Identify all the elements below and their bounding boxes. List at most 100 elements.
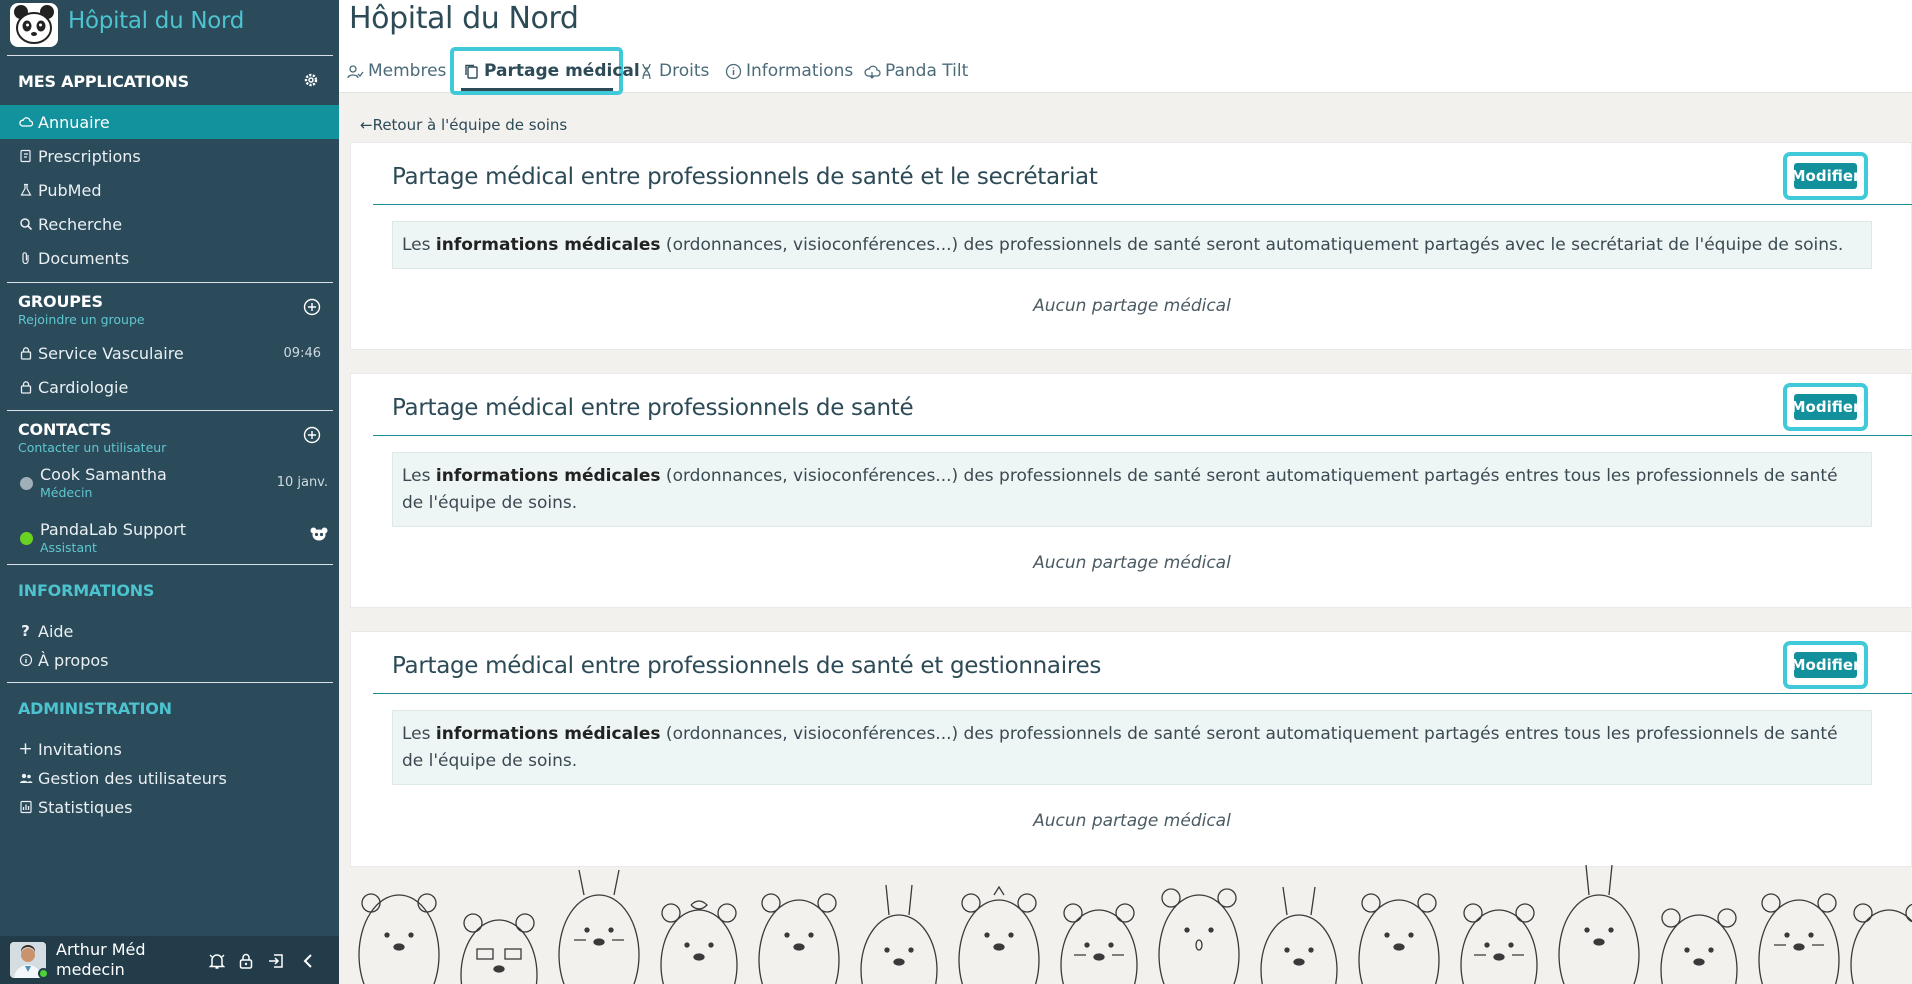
cloud-icon [18, 115, 33, 130]
group-item-service-vasculaire[interactable]: Service Vasculaire 09:46 [0, 336, 339, 370]
copy-icon [465, 64, 478, 79]
sidebar: Hôpital du Nord MES APPLICATIONS Annuair… [0, 0, 339, 984]
card-title: Partage médical entre professionnels de … [392, 164, 1098, 190]
status-dot [20, 477, 33, 490]
app-title[interactable]: Hôpital du Nord [68, 8, 244, 34]
back-to-care-team-link[interactable]: ←Retour à l'équipe de soins [360, 116, 567, 134]
panda-icon [310, 527, 328, 541]
tab-panda-tilt[interactable]: Panda Tilt [864, 58, 968, 84]
card-divider [373, 693, 1912, 694]
group-label: Service Vasculaire [38, 343, 184, 363]
group-label: Cardiologie [38, 377, 129, 397]
lock-icon [18, 380, 33, 395]
sidebar-item-label: Aide [38, 621, 74, 641]
tab-label: Membres [368, 61, 447, 81]
sidebar-item-documents[interactable]: Documents [0, 241, 339, 275]
modify-button[interactable]: Modifier [1791, 163, 1860, 189]
apps-section-title: MES APPLICATIONS [18, 72, 189, 91]
sidebar-item-label: Statistiques [38, 797, 133, 817]
flask-icon [18, 183, 33, 198]
sidebar-item-statistiques[interactable]: Statistiques [0, 790, 339, 824]
active-tab-underline [461, 88, 613, 91]
card-divider [373, 435, 1912, 436]
info-section-title: INFORMATIONS [18, 581, 155, 600]
page-title: Hôpital du Nord [349, 1, 579, 36]
group-time: 09:46 [283, 345, 321, 361]
info-text-bold: informations médicales [435, 466, 661, 486]
sidebar-item-a-propos[interactable]: À propos [0, 643, 339, 677]
sharing-card-secretariat: Partage médical entre professionnels de … [350, 142, 1912, 350]
sharing-card-managers: Partage médical entre professionnels de … [350, 631, 1912, 867]
empty-state-text: Aucun partage médical [1033, 553, 1231, 573]
sidebar-item-annuaire[interactable]: Annuaire [0, 105, 339, 139]
gear-icon[interactable] [303, 72, 319, 88]
sidebar-item-label: Invitations [38, 739, 122, 759]
sidebar-item-pubmed[interactable]: PubMed [0, 173, 339, 207]
divider [7, 282, 333, 283]
paperclip-icon [18, 251, 33, 266]
members-icon [347, 64, 364, 78]
lock-icon[interactable] [236, 951, 256, 971]
info-text-prefix: Les [402, 724, 436, 744]
divider [7, 682, 333, 683]
sidebar-item-label: Annuaire [38, 112, 110, 132]
empty-state-text: Aucun partage médical [1033, 296, 1231, 316]
info-box: Les informations médicales (ordonnances,… [392, 221, 1872, 269]
stats-icon [18, 800, 33, 815]
card-divider [373, 204, 1912, 205]
plus-icon: + [18, 739, 33, 759]
modify-button[interactable]: Modifier [1791, 394, 1860, 420]
sidebar-item-prescriptions[interactable]: Prescriptions [0, 139, 339, 173]
tab-label: Droits [659, 61, 710, 81]
info-text-bold: informations médicales [435, 235, 661, 255]
tab-partage-medical[interactable]: Partage médical [463, 58, 640, 84]
card-title: Partage médical entre professionnels de … [392, 653, 1102, 679]
contact-item-cook-samantha[interactable]: Cook Samantha Médecin 10 janv. [18, 465, 328, 505]
modify-button[interactable]: Modifier [1791, 652, 1860, 678]
sidebar-item-recherche[interactable]: Recherche [0, 207, 339, 241]
contact-role: Médecin [40, 485, 93, 500]
contact-role: Assistant [40, 540, 97, 555]
tab-informations[interactable]: Informations [725, 58, 853, 84]
users-icon [18, 771, 33, 786]
join-group-link[interactable]: Rejoindre un groupe [18, 312, 145, 327]
prescription-icon [18, 149, 33, 164]
card-title: Partage médical entre professionnels de … [392, 395, 914, 421]
tab-label: Panda Tilt [885, 61, 969, 81]
status-dot [20, 532, 33, 545]
user-bar: Arthur Méd medecin [0, 936, 339, 984]
contact-time: 10 janv. [276, 475, 328, 490]
group-item-cardiologie[interactable]: Cardiologie [0, 370, 339, 404]
info-text-bold: informations médicales [435, 724, 661, 744]
contact-user-link[interactable]: Contacter un utilisateur [18, 440, 166, 455]
collapse-sidebar-icon[interactable] [298, 951, 318, 971]
empty-state-text: Aucun partage médical [1033, 811, 1231, 831]
contact-item-pandalab-support[interactable]: PandaLab Support Assistant [18, 520, 328, 560]
cloud-icon [864, 65, 881, 79]
sidebar-item-label: À propos [38, 650, 109, 670]
tab-droits[interactable]: Droits [638, 58, 709, 84]
online-status-dot [38, 968, 49, 979]
info-icon [18, 653, 33, 668]
user-role: medecin [56, 960, 125, 979]
dna-icon [642, 63, 651, 79]
sidebar-item-label: Recherche [38, 214, 123, 234]
divider [7, 55, 333, 56]
panda-logo[interactable] [10, 3, 58, 47]
add-group-icon[interactable] [303, 298, 321, 316]
lock-icon [18, 346, 33, 361]
logout-icon[interactable] [266, 951, 286, 971]
contact-name: Cook Samantha [40, 465, 167, 484]
user-name: Arthur Méd [56, 940, 146, 959]
tab-membres[interactable]: Membres [347, 58, 446, 84]
bears-pattern-icon [358, 865, 1912, 984]
sharing-card-professionals: Partage médical entre professionnels de … [350, 373, 1912, 608]
groups-section-title: GROUPES [18, 292, 103, 311]
tab-label: Partage médical [484, 61, 640, 81]
search-icon [18, 217, 33, 232]
bell-icon[interactable] [207, 951, 227, 971]
contact-name: PandaLab Support [40, 520, 187, 539]
info-box: Les informations médicales (ordonnances,… [392, 710, 1872, 785]
sidebar-item-label: Gestion des utilisateurs [38, 768, 227, 788]
add-contact-icon[interactable] [303, 426, 321, 444]
